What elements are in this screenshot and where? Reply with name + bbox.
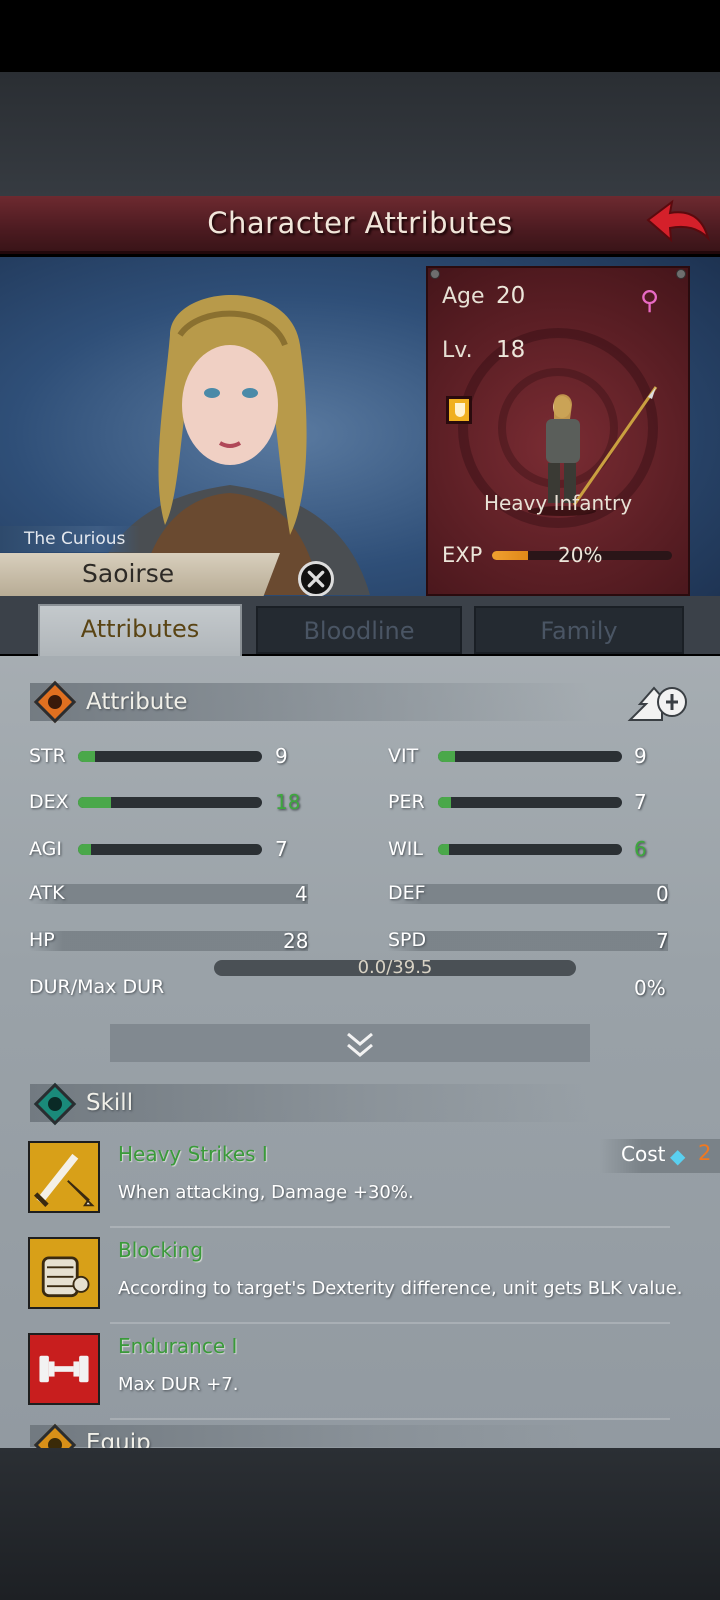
stat-value-def: 0	[656, 882, 669, 906]
character-epithet: The Curious	[24, 529, 126, 549]
stat-fill-str	[78, 751, 95, 762]
dismiss-character-icon[interactable]	[298, 561, 334, 597]
stat-value-per: 7	[634, 790, 647, 814]
stat-value-spd: 7	[656, 929, 669, 953]
tab-attributes[interactable]: Attributes	[38, 604, 242, 660]
back-arrow-icon[interactable]	[644, 198, 712, 250]
skill-description: According to target's Dexterity differen…	[118, 1278, 683, 1299]
gauntlet-block-icon[interactable]	[28, 1237, 100, 1309]
double-chevron-down-icon[interactable]	[344, 1030, 376, 1060]
bottom-background	[0, 1448, 720, 1600]
age-label: Age	[442, 284, 485, 309]
stat-value-vit: 9	[634, 744, 647, 768]
stat-value-atk: 4	[295, 882, 308, 906]
stat-bar-str	[78, 751, 262, 762]
stat-label-atk: ATK	[29, 882, 65, 904]
tab-family[interactable]: Family	[474, 606, 684, 654]
stat-label-per: PER	[388, 791, 425, 813]
rivet	[430, 269, 440, 279]
divider	[110, 1322, 670, 1324]
durability-label: DUR/Max DUR	[29, 976, 165, 998]
stat-fill-vit	[438, 751, 455, 762]
class-name: Heavy Infantry	[483, 491, 633, 515]
stat-label-vit: VIT	[388, 745, 419, 767]
stat-bar-per	[438, 797, 622, 808]
stat-label-dex: DEX	[29, 791, 69, 813]
divider	[110, 1418, 670, 1420]
stat-row-bg	[388, 884, 668, 904]
character-epithet-tag: The Curious	[0, 526, 140, 552]
stat-label-wil: WIL	[388, 838, 423, 860]
stat-row-bg	[388, 931, 668, 951]
stat-label-str: STR	[29, 745, 66, 767]
skill-description: When attacking, Damage +30%.	[118, 1182, 414, 1203]
stat-fill-wil	[438, 844, 450, 855]
exp-label: EXP	[442, 543, 483, 567]
level-value: 18	[496, 337, 526, 363]
cost-value: 2	[698, 1141, 712, 1165]
stat-fill-dex	[78, 797, 112, 808]
stat-value-agi: 7	[275, 837, 288, 861]
stat-label-def: DEF	[388, 882, 426, 904]
dumbbell-icon[interactable]	[28, 1333, 100, 1405]
skill-name[interactable]: Endurance I	[118, 1334, 237, 1358]
cost-label: Cost	[621, 1142, 666, 1166]
stat-fill-per	[438, 797, 451, 808]
skill-description: Max DUR +7.	[118, 1374, 239, 1395]
divider	[110, 1226, 670, 1228]
page-title: Character Attributes	[207, 206, 513, 240]
stat-value-hp: 28	[283, 929, 309, 953]
sword-strike-icon[interactable]	[28, 1141, 100, 1213]
stat-value-str: 9	[275, 744, 288, 768]
skill-name[interactable]: Blocking	[118, 1238, 203, 1262]
diamond-gem-icon: ◆	[670, 1144, 686, 1168]
stat-bar-dex	[78, 797, 262, 808]
durability-value: 0.0/39.5	[357, 957, 433, 978]
skill-section-title: Skill	[86, 1090, 134, 1116]
stat-fill-agi	[78, 844, 91, 855]
stat-label-agi: AGI	[29, 838, 62, 860]
status-bar-area	[0, 0, 720, 72]
stat-value-wil: 6	[634, 837, 647, 861]
stat-bar-wil	[438, 844, 622, 855]
level-label: Lv.	[442, 338, 473, 363]
stat-row-bg	[30, 884, 308, 904]
stat-row-bg	[30, 931, 308, 951]
stat-bar-vit	[438, 751, 622, 762]
header-bar: Character Attributes	[0, 196, 720, 254]
tab-bloodline[interactable]: Bloodline	[256, 606, 462, 654]
stat-bar-agi	[78, 844, 262, 855]
female-symbol-icon: ⚲	[640, 286, 660, 316]
character-name: Saoirse	[82, 559, 175, 588]
stat-label-spd: SPD	[388, 929, 427, 951]
name-plate: Saoirse	[0, 553, 280, 597]
durability-percent: 0%	[634, 976, 666, 1000]
exp-progress-fill	[492, 551, 528, 560]
exp-percent: 20%	[558, 543, 603, 567]
attribute-section-title: Attribute	[86, 689, 188, 715]
upgrade-attributes-icon[interactable]	[626, 680, 688, 724]
shield-class-icon	[446, 396, 472, 424]
top-background	[0, 72, 720, 196]
stat-label-hp: HP	[29, 929, 55, 951]
age-value: 20	[496, 283, 526, 309]
rivet	[676, 269, 686, 279]
stat-value-dex: 18	[275, 790, 301, 814]
skill-name[interactable]: Heavy Strikes I	[118, 1142, 268, 1166]
